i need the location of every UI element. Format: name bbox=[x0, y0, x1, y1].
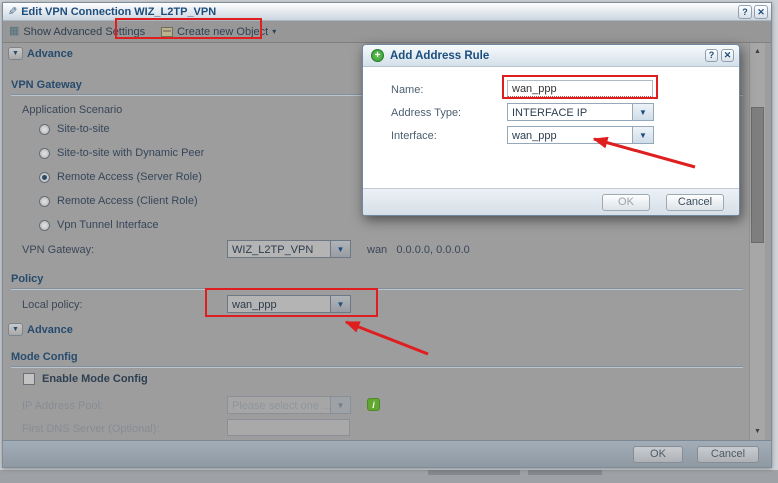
add-address-rule-dialog: + Add Address Rule ? ✕ Name: Address Typ… bbox=[362, 44, 740, 216]
local-policy-label: Local policy: bbox=[22, 299, 83, 311]
radio-vpn-tunnel-interface[interactable]: Vpn Tunnel Interface bbox=[39, 219, 159, 231]
enable-mode-config-checkbox[interactable]: Enable Mode Config bbox=[23, 373, 148, 385]
create-object-icon bbox=[161, 27, 173, 37]
select-placeholder: Please select one ... bbox=[228, 397, 330, 413]
radio-icon bbox=[39, 220, 50, 231]
radio-remote-access-server-role[interactable]: Remote Access (Server Role) bbox=[39, 171, 202, 183]
checkbox-label: Enable Mode Config bbox=[42, 373, 148, 385]
select-value: WIZ_L2TP_VPN bbox=[228, 241, 330, 257]
background-button-edge bbox=[428, 470, 520, 475]
radio-icon bbox=[39, 196, 50, 207]
advance-toggle-policy[interactable]: ▼ Advance bbox=[8, 323, 73, 336]
create-new-object-label: Create new Object bbox=[177, 26, 268, 38]
section-divider bbox=[11, 288, 743, 290]
show-advanced-settings-label: Show Advanced Settings bbox=[23, 26, 145, 38]
content-scrollbar[interactable]: ▲ ▼ bbox=[749, 43, 765, 440]
gateway-interface: wan bbox=[367, 244, 387, 256]
chevron-down-icon: ▼ bbox=[330, 397, 350, 413]
interface-label: Interface: bbox=[391, 130, 437, 142]
name-label: Name: bbox=[391, 84, 423, 96]
radio-label: Remote Access (Server Role) bbox=[57, 171, 202, 183]
radio-label: Site-to-site bbox=[57, 123, 110, 135]
close-button[interactable]: ✕ bbox=[754, 5, 768, 19]
gateway-ips: 0.0.0.0, 0.0.0.0 bbox=[396, 244, 469, 256]
scroll-up-button[interactable]: ▲ bbox=[750, 44, 765, 59]
window-title: Edit VPN Connection WIZ_L2TP_VPN bbox=[21, 6, 216, 18]
local-policy-select[interactable]: wan_ppp ▼ bbox=[227, 295, 351, 313]
page-background-strip bbox=[0, 470, 778, 483]
checkbox-icon bbox=[23, 373, 35, 385]
chevron-down-icon: ▼ bbox=[330, 241, 350, 257]
dialog-footer: OK Cancel bbox=[3, 440, 771, 467]
chevron-down-icon: ▼ bbox=[632, 104, 653, 120]
interface-select[interactable]: wan_ppp ▼ bbox=[507, 126, 654, 144]
collapse-icon: ▼ bbox=[8, 323, 23, 336]
show-advanced-settings-button[interactable]: ▦ Show Advanced Settings bbox=[9, 26, 145, 38]
advance-label: Advance bbox=[27, 48, 73, 60]
radio-site-to-site[interactable]: Site-to-site bbox=[39, 123, 110, 135]
grid-icon: ▦ bbox=[9, 26, 19, 37]
radio-icon bbox=[39, 148, 50, 159]
select-value: wan_ppp bbox=[508, 127, 632, 143]
modal-titlebar: + Add Address Rule bbox=[363, 45, 739, 67]
section-divider bbox=[11, 366, 743, 368]
add-icon: + bbox=[371, 49, 384, 62]
chevron-down-icon: ▾ bbox=[272, 27, 276, 36]
background-button-edge bbox=[528, 470, 602, 475]
section-mode-config-title: Mode Config bbox=[11, 351, 78, 363]
select-value: INTERFACE IP bbox=[508, 104, 632, 120]
select-value: wan_ppp bbox=[228, 296, 330, 312]
first-dns-server-label: First DNS Server (Optional): bbox=[22, 423, 160, 435]
advance-toggle-top[interactable]: ▼ Advance bbox=[8, 47, 73, 60]
modal-footer: OK Cancel bbox=[363, 188, 739, 215]
ip-address-pool-select: Please select one ... ▼ bbox=[227, 396, 351, 414]
vpn-gateway-label: VPN Gateway: bbox=[22, 244, 94, 256]
scroll-thumb[interactable] bbox=[751, 107, 764, 243]
scroll-down-button[interactable]: ▼ bbox=[750, 424, 765, 439]
collapse-icon: ▼ bbox=[8, 47, 23, 60]
modal-title: Add Address Rule bbox=[390, 50, 489, 62]
radio-icon-selected bbox=[39, 172, 50, 183]
radio-remote-access-client-role[interactable]: Remote Access (Client Role) bbox=[39, 195, 198, 207]
section-vpn-gateway-title: VPN Gateway bbox=[11, 79, 82, 91]
name-input[interactable] bbox=[507, 80, 653, 97]
first-dns-server-input bbox=[227, 419, 350, 436]
modal-cancel-button[interactable]: Cancel bbox=[666, 194, 724, 211]
modal-help-button[interactable]: ? bbox=[705, 49, 718, 62]
advance-label: Advance bbox=[27, 324, 73, 336]
help-button[interactable]: ? bbox=[738, 5, 752, 19]
radio-icon bbox=[39, 124, 50, 135]
ok-button[interactable]: OK bbox=[633, 446, 683, 463]
radio-label: Vpn Tunnel Interface bbox=[57, 219, 159, 231]
ip-address-pool-label: IP Address Pool: bbox=[22, 400, 103, 412]
window-titlebar: ✎ Edit VPN Connection WIZ_L2TP_VPN bbox=[3, 3, 771, 21]
section-policy-title: Policy bbox=[11, 273, 43, 285]
toolbar: ▦ Show Advanced Settings Create new Obje… bbox=[3, 21, 771, 43]
chevron-down-icon: ▼ bbox=[632, 127, 653, 143]
modal-ok-button[interactable]: OK bbox=[602, 194, 650, 211]
radio-label: Site-to-site with Dynamic Peer bbox=[57, 147, 204, 159]
create-new-object-button[interactable]: Create new Object ▾ bbox=[161, 26, 276, 38]
radio-label: Remote Access (Client Role) bbox=[57, 195, 198, 207]
chevron-down-icon: ▼ bbox=[330, 296, 350, 312]
edit-pencil-icon: ✎ bbox=[8, 5, 17, 18]
application-scenario-label: Application Scenario bbox=[22, 104, 122, 116]
address-type-label: Address Type: bbox=[391, 107, 461, 119]
cancel-button[interactable]: Cancel bbox=[697, 446, 759, 463]
radio-site-to-site-dynamic-peer[interactable]: Site-to-site with Dynamic Peer bbox=[39, 147, 204, 159]
vpn-gateway-detail: wan 0.0.0.0, 0.0.0.0 bbox=[367, 244, 470, 256]
info-icon: i bbox=[367, 398, 380, 411]
modal-close-button[interactable]: ✕ bbox=[721, 49, 734, 62]
vpn-gateway-select[interactable]: WIZ_L2TP_VPN ▼ bbox=[227, 240, 351, 258]
address-type-select[interactable]: INTERFACE IP ▼ bbox=[507, 103, 654, 121]
